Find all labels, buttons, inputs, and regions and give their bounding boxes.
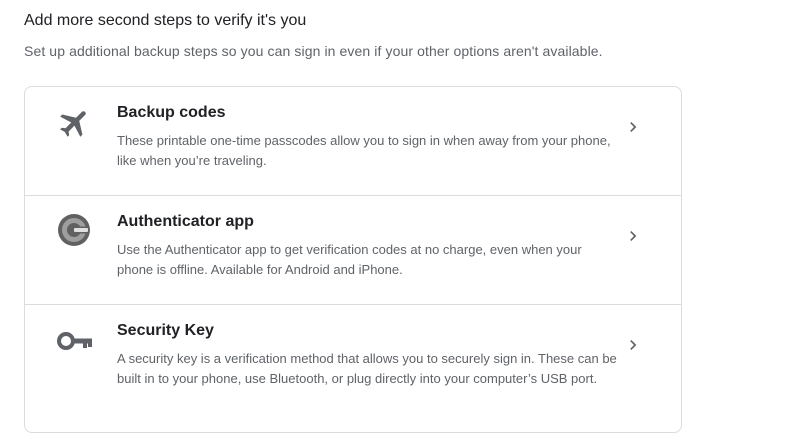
chevron-right-icon xyxy=(630,340,637,350)
authenticator-icon xyxy=(58,214,90,246)
key-icon xyxy=(57,332,92,350)
chevron-right-icon xyxy=(630,231,637,241)
backup-codes-option[interactable]: Backup codes These printable one-time pa… xyxy=(25,87,681,196)
page: Add more second steps to verify it's you… xyxy=(0,0,800,443)
backup-codes-description: These printable one-time passcodes allow… xyxy=(117,133,611,168)
authenticator-app-option[interactable]: Authenticator app Use the Authenticator … xyxy=(25,196,681,305)
second-steps-card: Backup codes These printable one-time pa… xyxy=(24,86,682,433)
security-key-description: A security key is a verification method … xyxy=(117,351,617,386)
section-description: Set up additional backup steps so you ca… xyxy=(24,43,603,59)
chevron-right-icon xyxy=(630,122,637,132)
authenticator-app-description: Use the Authenticator app to get verific… xyxy=(117,242,582,277)
security-key-title: Security Key xyxy=(117,322,214,339)
section-title: Add more second steps to verify it's you xyxy=(24,12,307,29)
backup-codes-title: Backup codes xyxy=(117,104,226,121)
airplane-icon xyxy=(60,111,86,137)
authenticator-app-title: Authenticator app xyxy=(117,213,254,230)
security-key-option[interactable]: Security Key A security key is a verific… xyxy=(25,305,681,432)
